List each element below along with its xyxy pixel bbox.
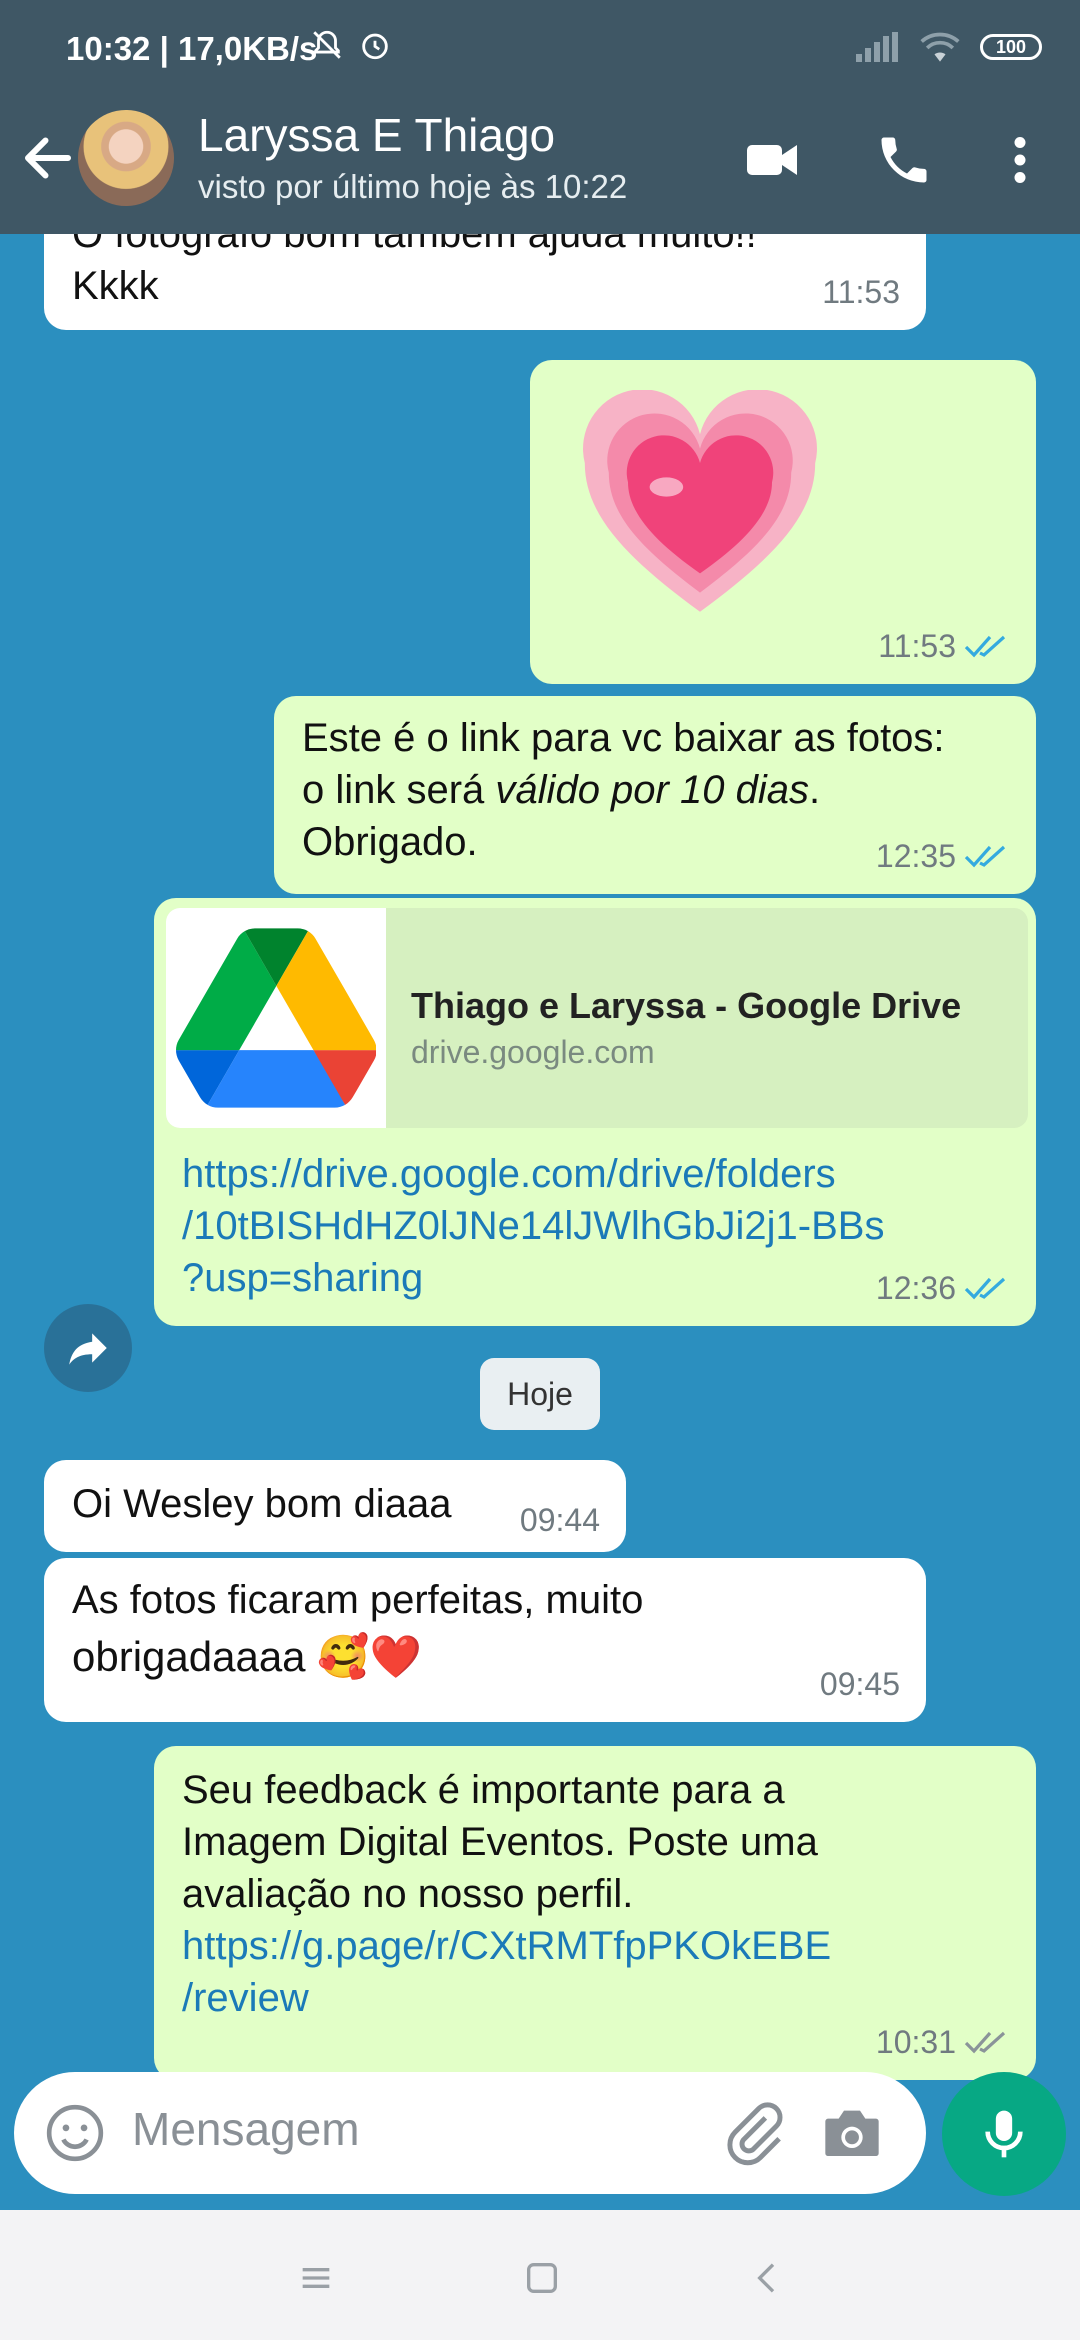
message-text: As fotos ficaram perfeitas, muito — [72, 1578, 644, 1622]
message-input[interactable]: Mensagem — [132, 2102, 360, 2156]
contact-name[interactable]: Laryssa E Thiago — [198, 108, 555, 162]
message-time: 12:35 — [875, 838, 956, 874]
message-incoming[interactable]: As fotos ficaram perfeitas, muito obriga… — [44, 1558, 926, 1722]
more-options-icon[interactable] — [990, 130, 1050, 190]
read-receipt-icon — [964, 1277, 1006, 1300]
forward-icon — [69, 1333, 107, 1365]
message-time: 09:44 — [519, 1502, 600, 1538]
review-link[interactable]: https://g.page/r/CXtRMTfpPKOkEBE — [182, 1920, 1008, 1972]
microphone-icon — [985, 2110, 1023, 2158]
voice-message-button[interactable] — [942, 2072, 1066, 2196]
message-outgoing[interactable]: Este é o link para vc baixar as fotos: o… — [274, 696, 1036, 894]
alarm-icon — [362, 33, 388, 60]
message-outgoing[interactable]: Seu feedback é importante para a Imagem … — [154, 1746, 1036, 2080]
delivered-receipt-icon — [964, 2031, 1006, 2054]
camera-icon[interactable] — [820, 2102, 884, 2162]
video-call-icon[interactable] — [742, 130, 802, 190]
google-drive-logo — [166, 908, 386, 1128]
message-incoming[interactable]: Oi Wesley bom diaaa 09:44 — [44, 1460, 626, 1552]
message-incoming[interactable]: O fotógrafo bom também ajuda muito!! Kkk… — [44, 234, 926, 330]
message-text: O fotógrafo bom também ajuda muito!! — [72, 234, 757, 256]
forward-button[interactable] — [44, 1304, 132, 1392]
status-bar: 10:32 | 17,0KB/s 100 — [0, 0, 1080, 100]
attach-icon[interactable] — [720, 2100, 786, 2166]
status-time: 10:32 | 17,0KB/s — [66, 30, 318, 67]
message-text: Imagem Digital Eventos. Poste uma — [182, 1820, 818, 1864]
message-text: Seu feedback é importante para a — [182, 1768, 785, 1812]
message-time: 10:31 — [875, 2024, 956, 2060]
link-url[interactable]: https://drive.google.com/drive/folders /… — [182, 1148, 884, 1304]
contact-avatar[interactable] — [78, 110, 174, 206]
link-preview-domain: drive.google.com — [411, 1034, 655, 1070]
message-composer[interactable]: Mensagem — [14, 2072, 926, 2194]
last-seen-status: visto por último hoje às 10:22 — [198, 168, 628, 205]
chat-header: Laryssa E Thiago visto por último hoje à… — [0, 100, 1080, 234]
message-time: 09:45 — [819, 1666, 900, 1702]
voice-call-icon[interactable] — [874, 130, 934, 190]
read-receipt-icon — [964, 635, 1006, 658]
link-preview[interactable]: Thiago e Laryssa - Google Drive drive.go… — [166, 908, 1028, 1128]
message-outgoing-link[interactable]: Thiago e Laryssa - Google Drive drive.go… — [154, 898, 1036, 1326]
emoji-icon[interactable] — [44, 2102, 106, 2164]
wifi-icon — [920, 32, 960, 62]
message-text: obrigadaaaa 🥰❤️ — [72, 1633, 422, 1680]
date-divider: Hoje — [480, 1358, 600, 1430]
message-time: 12:36 — [875, 1270, 956, 1306]
top-bar: 10:32 | 17,0KB/s 100 Laryssa E Thiago vi… — [0, 0, 1080, 234]
message-text: Kkkk — [72, 264, 159, 308]
message-text: Este é o link para vc baixar as fotos: — [302, 716, 945, 760]
back-nav-icon[interactable] — [748, 2258, 788, 2298]
back-arrow-icon[interactable] — [18, 128, 78, 188]
home-nav-icon[interactable] — [522, 2258, 562, 2298]
link-preview-title: Thiago e Laryssa - Google Drive — [411, 985, 962, 1026]
message-time: 11:53 — [878, 628, 956, 664]
message-outgoing[interactable]: 11:53 — [530, 360, 1036, 684]
menu-nav-icon[interactable] — [296, 2258, 336, 2298]
mute-notifications-icon — [313, 30, 341, 59]
heart-emoji — [583, 390, 817, 612]
message-text: avaliação no nosso perfil. — [182, 1872, 634, 1916]
system-navigation-bar — [0, 2210, 1080, 2340]
signal-icon — [856, 32, 898, 62]
read-receipt-icon — [964, 845, 1006, 868]
battery-indicator: 100 — [980, 34, 1042, 60]
chat-area[interactable]: O fotógrafo bom também ajuda muito!! Kkk… — [0, 234, 1080, 2200]
message-time: 11:53 — [822, 274, 900, 310]
